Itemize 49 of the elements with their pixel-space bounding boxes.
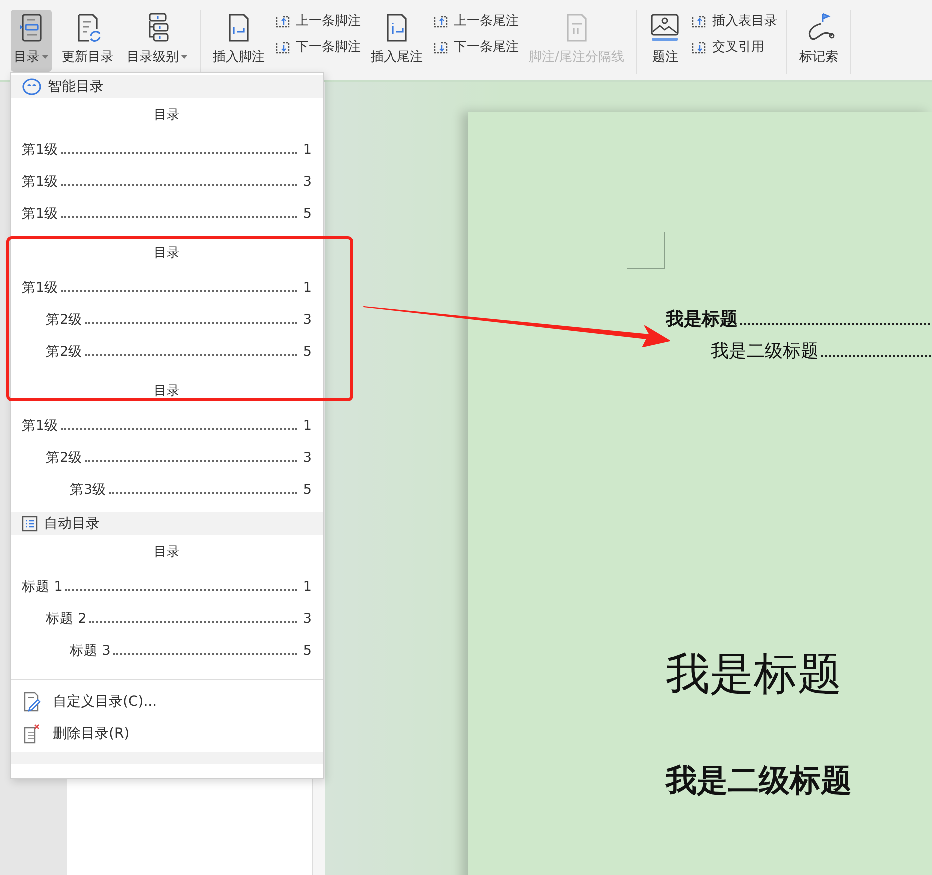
preview-title: 目录 [154, 107, 180, 125]
toc-line: 我是标题 [666, 307, 932, 331]
toc-entry: 第1级 3 [22, 173, 312, 192]
toc-line: 我是二级标题 [666, 339, 932, 363]
delete-document-icon [23, 724, 41, 744]
ribbon-button[interactable]: 标记索 [796, 10, 842, 72]
edit-document-icon [23, 692, 41, 712]
toc-entry: 第1级 1 [22, 279, 312, 298]
toc-entry: 第1级 5 [22, 205, 312, 224]
preview-title: 目录 [154, 245, 180, 263]
menu-item[interactable]: 自定义目录(C)... [11, 686, 323, 718]
toc-entry: 第2级 3 [45, 449, 312, 468]
toc-entry: 第1级 1 [22, 417, 312, 436]
caret-icon [181, 55, 188, 60]
toc-style-preview[interactable]: 目录 第1级 1 第1级 3 第1级 5 [11, 98, 323, 236]
section-label: 智能目录 [48, 78, 104, 96]
caret-icon [42, 55, 49, 60]
toc-style-preview[interactable]: 目录 第1级 1 第2级 3 第3级 5 [11, 374, 323, 512]
toc-entry: 第2级 5 [45, 343, 312, 362]
ribbon-button[interactable]: 更新目录 [59, 10, 117, 72]
toc-entry: 第3级 5 [69, 481, 312, 500]
toc-entry: 第2级 3 [45, 311, 312, 330]
ribbon-button[interactable]: 下一条脚注 [275, 38, 361, 56]
robot-face-icon [22, 78, 42, 96]
crop-mark [627, 232, 665, 269]
list-icon [22, 516, 38, 532]
toc-style-preview[interactable]: 目录 标题 1 1 标题 2 3 标题 3 5 [11, 535, 323, 673]
ribbon-button[interactable]: 目录级别 [124, 10, 191, 72]
toc-entry: 第1级 1 [22, 141, 312, 160]
ribbon-button[interactable]: 题注 [646, 10, 684, 72]
ribbon-button[interactable]: 目录 [11, 10, 52, 72]
ribbon-button[interactable]: 上一条脚注 [275, 12, 361, 30]
preview-title: 目录 [154, 544, 180, 562]
section-label: 自动目录 [44, 514, 100, 532]
preview-title: 目录 [154, 383, 180, 401]
ribbon-button[interactable]: 插入尾注 [368, 10, 426, 72]
toc-style-preview[interactable]: 目录 第1级 1 第2级 3 第2级 5 [11, 236, 323, 374]
ribbon-button[interactable]: 上一条尾注 [433, 12, 519, 30]
toc-entry: 标题 3 5 [69, 642, 312, 661]
menu-item[interactable]: 删除目录(R) [11, 718, 323, 750]
subheading: 我是二级标题 [666, 762, 853, 801]
ribbon-button[interactable]: 交叉引用 [691, 38, 778, 56]
ribbon-icon [649, 12, 682, 44]
heading: 我是标题 [666, 648, 843, 702]
toc-entry: 标题 2 3 [45, 610, 312, 629]
ribbon-button[interactable]: 下一条尾注 [433, 38, 519, 56]
ribbon-button[interactable]: 插入表目录 [691, 12, 778, 30]
toc-entry: 标题 1 1 [22, 578, 312, 597]
ribbon-button[interactable]: 插入脚注 [210, 10, 268, 72]
